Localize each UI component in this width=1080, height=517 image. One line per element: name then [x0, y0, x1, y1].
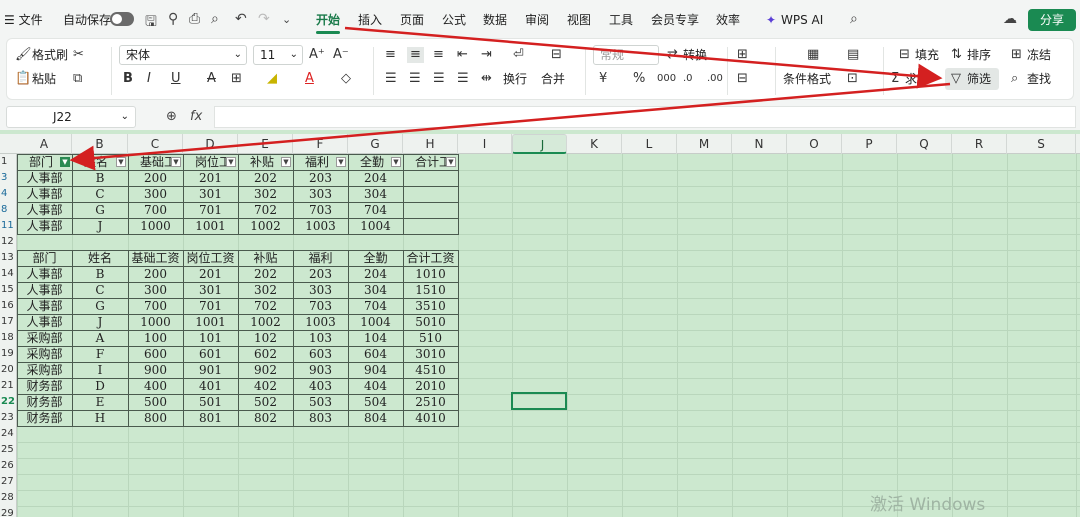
- annotation-arrows: [69, 26, 951, 171]
- arrow-to-filter-dropdown: [69, 82, 951, 171]
- arrow-to-filter: [344, 26, 943, 89]
